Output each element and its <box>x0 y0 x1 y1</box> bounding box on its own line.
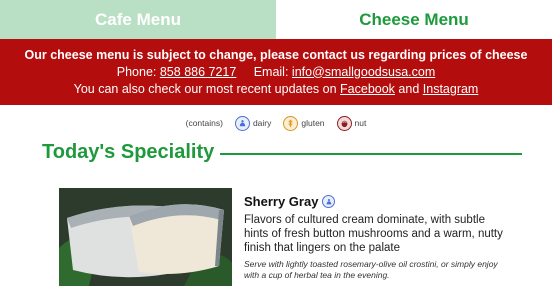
and-text: and <box>398 81 420 96</box>
instagram-link[interactable]: Instagram <box>423 82 479 96</box>
cheese-photo <box>59 188 232 286</box>
phone-link[interactable]: 858 886 7217 <box>160 65 236 79</box>
menu-tabs: Cafe Menu Cheese Menu <box>0 0 552 39</box>
updates-text: You can also check our most recent updat… <box>73 81 337 96</box>
email-label: Email: <box>253 64 289 79</box>
product-name-row: Sherry Gray <box>244 194 506 209</box>
serving-suggestion: Serve with lightly toasted rosemary-oliv… <box>244 259 498 280</box>
legend-intro: (contains) <box>185 118 223 128</box>
section-header: Today's Speciality <box>42 136 552 168</box>
legend-label-dairy: dairy <box>252 118 272 128</box>
email-link[interactable]: info@smallgoodsusa.com <box>292 65 435 79</box>
dairy-icon <box>322 195 336 208</box>
facebook-link[interactable]: Facebook <box>340 82 395 96</box>
product-name: Sherry Gray <box>244 194 319 209</box>
allergen-legend: (contains) dairy gluten nut <box>0 112 552 134</box>
nut-icon <box>336 115 352 131</box>
contact-line: Phone: 858 886 7217 Email: info@smallgoo… <box>0 64 552 81</box>
legend-item-nut: nut <box>336 115 367 131</box>
notice-text: Our cheese menu is subject to change, pl… <box>24 47 528 62</box>
phone-label: Phone: <box>116 64 157 79</box>
product-info: Sherry Gray Flavors of cultured cream do… <box>244 188 506 286</box>
dairy-icon <box>234 115 250 131</box>
gluten-icon <box>283 115 299 131</box>
section-divider <box>220 153 523 155</box>
social-line: You can also check our most recent updat… <box>0 81 552 98</box>
legend-label-gluten: gluten <box>301 118 325 128</box>
legend-item-gluten: gluten <box>283 115 325 131</box>
legend-label-nut: nut <box>354 118 367 128</box>
product-card: Sherry Gray Flavors of cultured cream do… <box>59 188 552 286</box>
notice-banner: Our cheese menu is subject to change, pl… <box>0 39 552 105</box>
tab-cafe-menu[interactable]: Cafe Menu <box>0 0 276 39</box>
tab-cheese-menu[interactable]: Cheese Menu <box>276 0 552 39</box>
product-description: Flavors of cultured cream dominate, with… <box>244 214 503 254</box>
legend-item-dairy: dairy <box>234 115 272 131</box>
section-title: Today's Speciality <box>42 140 215 163</box>
